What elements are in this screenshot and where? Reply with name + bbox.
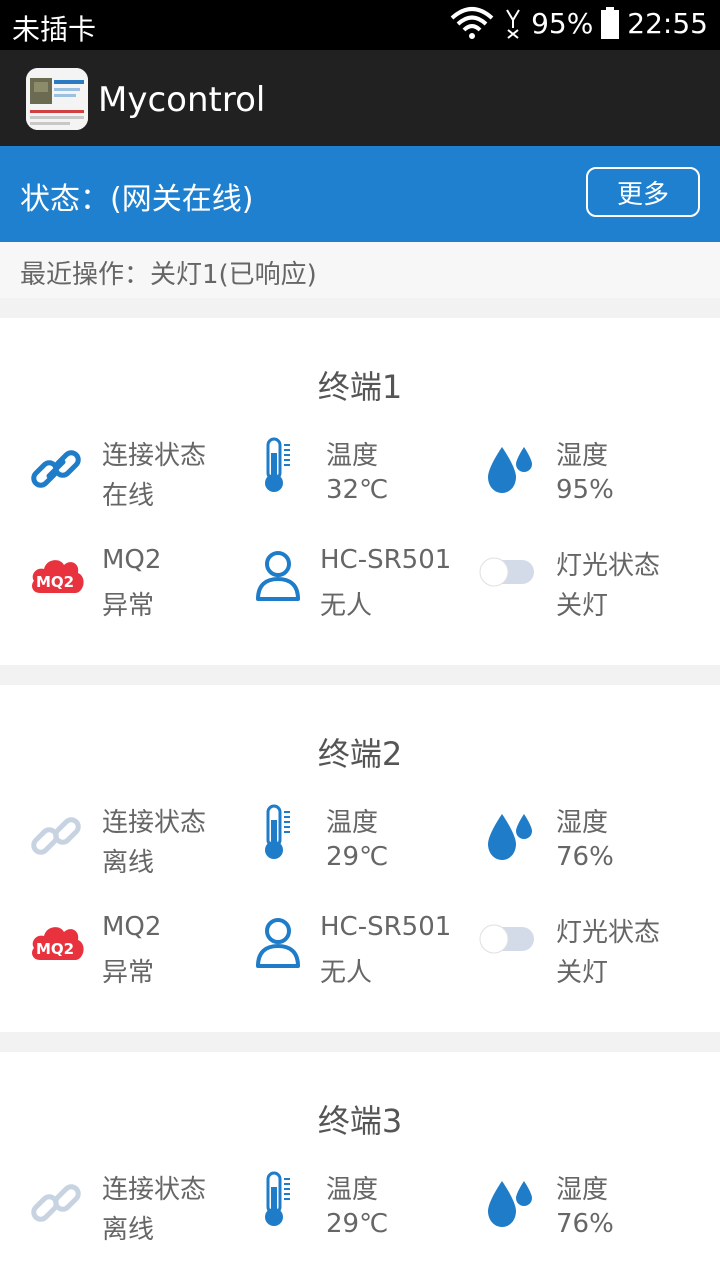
carrier-text: 未插卡	[12, 13, 97, 46]
light-label: 灯光状态	[556, 551, 661, 581]
thermometer-icon	[258, 802, 298, 866]
mq2-value: 异常	[102, 958, 155, 988]
terminal-card[interactable]: 终端3 连接状态离线 温度 29℃ 湿度 76%	[0, 1052, 720, 1280]
light-toggle-icon[interactable]	[478, 922, 536, 960]
terminal-card[interactable]: 终端2 连接状态离线 温度 29℃ 湿度 76% MQ2 MQ2 异常 HC-SR501 无人 灯光状…	[0, 685, 720, 1032]
battery-icon	[601, 7, 620, 39]
light-value: 关灯	[556, 591, 609, 621]
terminal-title: 终端2	[317, 735, 403, 773]
terminal-card[interactable]: 终端1 连接状态在线 温度 32℃ 湿度 95% MQ2 MQ2 异常 HC-SR501 无人 灯光状…	[0, 318, 720, 665]
temperature-value: 32℃	[326, 475, 389, 505]
link-icon	[28, 1175, 84, 1235]
humidity-value: 76%	[556, 1209, 614, 1239]
terminal-title: 终端3	[317, 1102, 403, 1140]
water-drops-icon	[484, 1173, 536, 1233]
thermometer-icon	[258, 435, 298, 499]
mq2-label: MQ2	[102, 545, 162, 575]
gas-alert-icon: MQ2	[28, 551, 86, 599]
temperature-label: 温度	[326, 441, 379, 471]
gas-alert-icon: MQ2	[28, 918, 86, 966]
temperature-value: 29℃	[326, 842, 389, 872]
system-status-bar: 未插卡 95% 22:55	[0, 0, 720, 50]
recent-operation-text: 最近操作：关灯1(已响应)	[20, 260, 317, 290]
link-icon	[28, 441, 84, 501]
wifi-icon	[449, 6, 495, 40]
app-title: Mycontrol	[98, 80, 266, 120]
mq2-value: 异常	[102, 591, 155, 621]
pir-label: HC-SR501	[320, 912, 452, 942]
terminal-title: 终端1	[317, 368, 403, 406]
person-icon	[254, 916, 302, 972]
pir-value: 无人	[320, 591, 373, 621]
humidity-label: 湿度	[556, 441, 609, 471]
gateway-status-text: 状态：(网关在线)	[20, 182, 254, 217]
light-value: 关灯	[556, 958, 609, 988]
connection-label: 连接状态	[102, 1175, 207, 1205]
more-button[interactable]: 更多	[586, 167, 700, 217]
connection-label: 连接状态	[102, 808, 207, 838]
mq2-label: MQ2	[102, 912, 162, 942]
person-icon	[254, 549, 302, 605]
connection-value: 离线	[102, 1215, 155, 1245]
humidity-label: 湿度	[556, 808, 609, 838]
connection-label: 连接状态	[102, 441, 207, 471]
battery-percent: 95%	[531, 6, 594, 40]
link-icon	[28, 808, 84, 868]
humidity-value: 95%	[556, 475, 614, 505]
mq2-badge-text: MQ2	[36, 573, 75, 591]
connection-value: 离线	[102, 848, 155, 878]
app-logo-icon	[26, 68, 88, 130]
water-drops-icon	[484, 806, 536, 866]
recent-operation-bar: 最近操作：关灯1(已响应)	[0, 242, 720, 298]
temperature-label: 温度	[326, 808, 379, 838]
no-sim-signal-icon	[503, 6, 523, 40]
temperature-label: 温度	[326, 1175, 379, 1205]
humidity-label: 湿度	[556, 1175, 609, 1205]
light-toggle-icon[interactable]	[478, 555, 536, 593]
temperature-value: 29℃	[326, 1209, 389, 1239]
humidity-value: 76%	[556, 842, 614, 872]
connection-value: 在线	[102, 481, 155, 511]
pir-value: 无人	[320, 958, 373, 988]
pir-label: HC-SR501	[320, 545, 452, 575]
water-drops-icon	[484, 439, 536, 499]
thermometer-icon	[258, 1169, 298, 1233]
app-bar: Mycontrol	[0, 50, 720, 146]
light-label: 灯光状态	[556, 918, 661, 948]
gateway-status-bar: 状态：(网关在线) 更多	[0, 146, 720, 242]
mq2-badge-text: MQ2	[36, 940, 75, 958]
clock: 22:55	[627, 6, 708, 40]
